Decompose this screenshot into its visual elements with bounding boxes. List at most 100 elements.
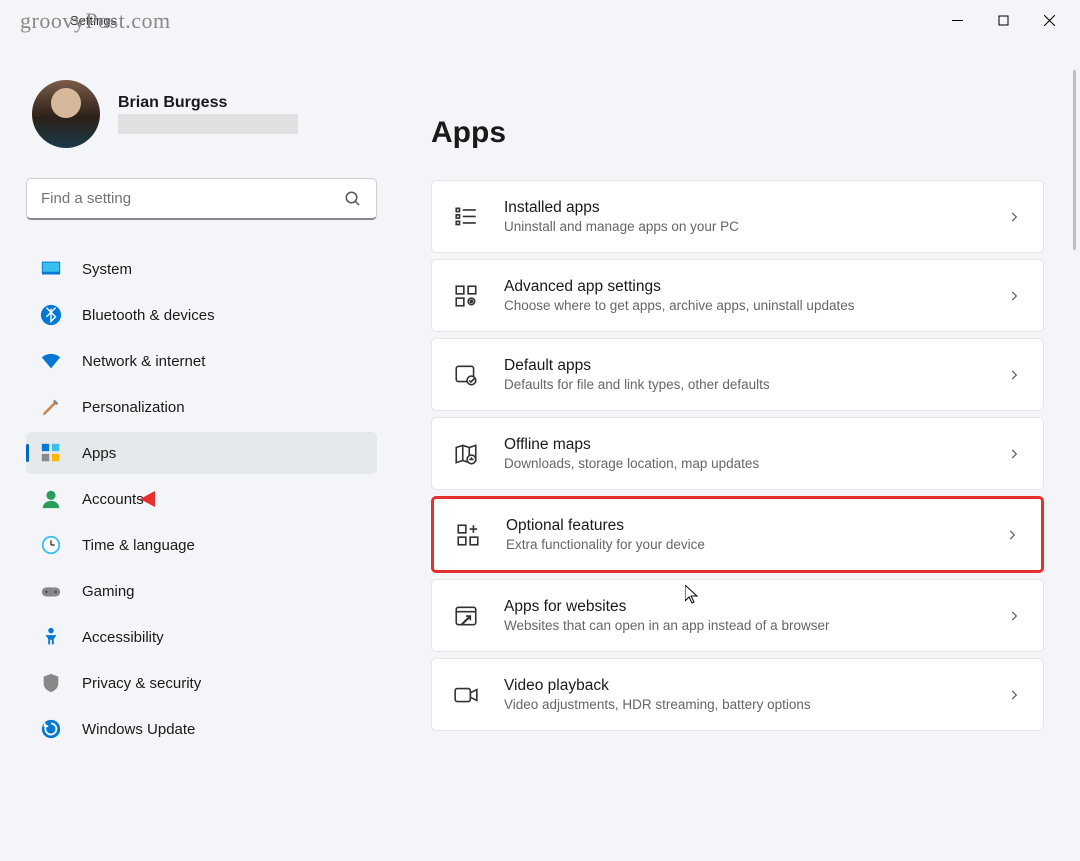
profile-info: Brian Burgess [118, 94, 298, 134]
system-icon [40, 258, 62, 280]
accessibility-icon [40, 626, 62, 648]
avatar [32, 80, 100, 148]
features-icon [454, 521, 482, 549]
websites-icon [452, 602, 480, 630]
profile-section[interactable]: Brian Burgess [26, 80, 377, 148]
chevron-right-icon [1007, 688, 1021, 702]
profile-name: Brian Burgess [118, 94, 298, 112]
card-title: Default apps [504, 357, 983, 375]
chevron-right-icon [1007, 368, 1021, 382]
sidebar-item-system[interactable]: System [26, 248, 377, 290]
list-icon [452, 203, 480, 231]
sidebar-item-label: Apps [82, 445, 116, 462]
card-default-apps[interactable]: Default apps Defaults for file and link … [431, 338, 1044, 411]
sidebar-item-label: Windows Update [82, 721, 195, 738]
sidebar-item-accessibility[interactable]: Accessibility [26, 616, 377, 658]
wifi-icon [40, 350, 62, 372]
card-body: Default apps Defaults for file and link … [504, 357, 983, 392]
sidebar-item-personalization[interactable]: Personalization [26, 386, 377, 428]
sidebar-item-time-language[interactable]: Time & language [26, 524, 377, 566]
sidebar-item-bluetooth[interactable]: Bluetooth & devices [26, 294, 377, 336]
apps-gear-icon [452, 282, 480, 310]
map-icon [452, 440, 480, 468]
card-offline-maps[interactable]: Offline maps Downloads, storage location… [431, 417, 1044, 490]
apps-icon [40, 442, 62, 464]
person-icon [40, 488, 62, 510]
card-subtitle: Choose where to get apps, archive apps, … [504, 298, 983, 313]
sidebar-item-label: Bluetooth & devices [82, 307, 215, 324]
sidebar-item-label: Accessibility [82, 629, 164, 646]
sidebar: Brian Burgess System Bluetooth & devices [0, 40, 395, 861]
sidebar-item-apps[interactable]: Apps [26, 432, 377, 474]
card-subtitle: Websites that can open in an app instead… [504, 618, 983, 633]
sidebar-item-label: Personalization [82, 399, 185, 416]
card-body: Installed apps Uninstall and manage apps… [504, 199, 983, 234]
card-subtitle: Downloads, storage location, map updates [504, 456, 983, 471]
card-apps-for-websites[interactable]: Apps for websites Websites that can open… [431, 579, 1044, 652]
card-optional-features[interactable]: Optional features Extra functionality fo… [431, 496, 1044, 573]
bluetooth-icon [40, 304, 62, 326]
settings-window: Settings Brian Burgess [0, 0, 1080, 861]
sidebar-item-privacy[interactable]: Privacy & security [26, 662, 377, 704]
video-icon [452, 681, 480, 709]
content-area: Brian Burgess System Bluetooth & devices [0, 40, 1080, 861]
chevron-right-icon [1007, 289, 1021, 303]
close-button[interactable] [1026, 4, 1072, 36]
sidebar-item-windows-update[interactable]: Windows Update [26, 708, 377, 750]
card-body: Video playback Video adjustments, HDR st… [504, 677, 983, 712]
clock-icon [40, 534, 62, 556]
card-title: Offline maps [504, 436, 983, 454]
update-icon [40, 718, 62, 740]
card-body: Apps for websites Websites that can open… [504, 598, 983, 633]
default-apps-icon [452, 361, 480, 389]
nav-list: System Bluetooth & devices Network & int… [26, 248, 377, 750]
chevron-right-icon [1007, 447, 1021, 461]
card-subtitle: Defaults for file and link types, other … [504, 377, 983, 392]
card-subtitle: Extra functionality for your device [506, 537, 981, 552]
scrollbar[interactable] [1073, 70, 1076, 250]
maximize-icon [998, 15, 1009, 26]
card-subtitle: Uninstall and manage apps on your PC [504, 219, 983, 234]
close-icon [1044, 15, 1055, 26]
card-title: Optional features [506, 517, 981, 535]
sidebar-item-label: Network & internet [82, 353, 205, 370]
main-content: Apps Installed apps Uninstall and manage… [395, 40, 1080, 861]
gamepad-icon [40, 580, 62, 602]
watermark-text: groovyPost.com [20, 8, 171, 34]
profile-email-redacted [118, 114, 298, 134]
brush-icon [40, 396, 62, 418]
chevron-right-icon [1005, 528, 1019, 542]
card-installed-apps[interactable]: Installed apps Uninstall and manage apps… [431, 180, 1044, 253]
chevron-right-icon [1007, 609, 1021, 623]
card-advanced-app-settings[interactable]: Advanced app settings Choose where to ge… [431, 259, 1044, 332]
card-title: Apps for websites [504, 598, 983, 616]
sidebar-item-gaming[interactable]: Gaming [26, 570, 377, 612]
sidebar-item-label: Accounts [82, 491, 144, 508]
sidebar-item-label: System [82, 261, 132, 278]
sidebar-item-label: Gaming [82, 583, 135, 600]
search-box[interactable] [26, 178, 377, 220]
sidebar-item-label: Privacy & security [82, 675, 201, 692]
page-title: Apps [431, 116, 1044, 150]
minimize-icon [952, 15, 963, 26]
sidebar-item-label: Time & language [82, 537, 195, 554]
cursor-annotation [685, 585, 701, 610]
search-icon [344, 190, 362, 208]
card-title: Video playback [504, 677, 983, 695]
chevron-right-icon [1007, 210, 1021, 224]
card-video-playback[interactable]: Video playback Video adjustments, HDR st… [431, 658, 1044, 731]
shield-icon [40, 672, 62, 694]
search-input[interactable] [41, 190, 344, 207]
card-subtitle: Video adjustments, HDR streaming, batter… [504, 697, 983, 712]
card-title: Installed apps [504, 199, 983, 217]
card-body: Optional features Extra functionality fo… [506, 517, 981, 552]
card-title: Advanced app settings [504, 278, 983, 296]
sidebar-item-network[interactable]: Network & internet [26, 340, 377, 382]
maximize-button[interactable] [980, 4, 1026, 36]
card-body: Advanced app settings Choose where to ge… [504, 278, 983, 313]
window-controls [934, 4, 1072, 36]
minimize-button[interactable] [934, 4, 980, 36]
sidebar-item-accounts[interactable]: Accounts [26, 478, 377, 520]
card-body: Offline maps Downloads, storage location… [504, 436, 983, 471]
arrow-annotation [140, 485, 200, 518]
